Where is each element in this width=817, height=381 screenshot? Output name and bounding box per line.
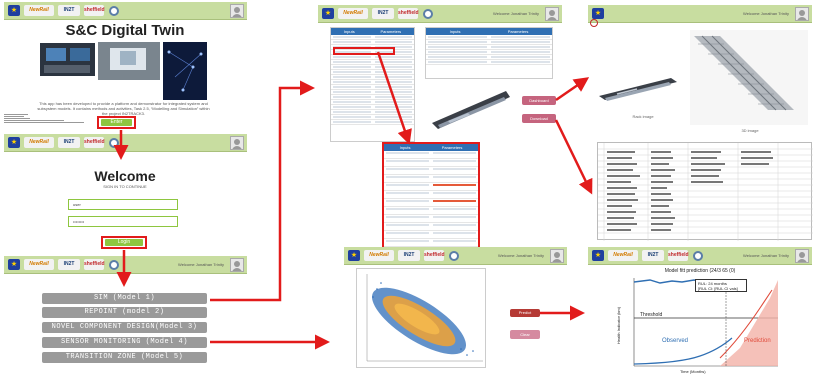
eu-flag-icon: ★	[592, 8, 604, 19]
inputs-header: Inputs	[343, 29, 355, 34]
prediction-label: Prediction	[744, 338, 771, 344]
sim-header-bar: ★ NewRail IN2T sheffield Welcome Jonatha…	[318, 5, 562, 23]
predict-button[interactable]: Predict	[510, 309, 540, 317]
dashboard-button[interactable]: Dashboard	[522, 96, 556, 105]
eu-flag-icon: ★	[322, 8, 334, 19]
in2track-logo: IN2T	[58, 259, 80, 270]
results-spreadsheet	[597, 142, 813, 241]
enter-button[interactable]: Enter	[101, 119, 132, 126]
rul-annotation: RUL: 24 months [RUL CI: [RUL CI vals]	[695, 279, 747, 292]
circle-logo-icon	[423, 8, 433, 19]
newrail-logo: NewRail	[24, 137, 54, 148]
app-title: S&C Digital Twin	[65, 22, 185, 39]
parameters-header: Parameters	[380, 29, 402, 34]
observed-label: Observed	[662, 338, 689, 344]
workstation-image	[98, 42, 160, 80]
expanded-inputs-header: Inputs	[399, 145, 411, 150]
welcome-heading: Welcome	[94, 168, 156, 184]
menu-item-novel-component[interactable]: NOVEL COMPONENT DESIGN(Model 3)	[42, 322, 207, 333]
sim-inputs-table: Inputs Parameters	[425, 27, 553, 79]
menu-header-bar: ★ NewRail IN2T sheffield Welcome Jonatha…	[4, 256, 247, 274]
newrail-logo: NewRail	[24, 5, 54, 16]
sensor-scatter-plot	[356, 268, 486, 368]
menu-item-sensor-monitoring[interactable]: SENSOR MONITORING (Model 4)	[42, 337, 207, 348]
y-axis-label: Health Indicator (km)	[616, 306, 622, 345]
threshold-label: Threshold	[640, 312, 663, 318]
sim-parameters-table: Inputs Parameters	[330, 27, 415, 142]
avatar[interactable]	[230, 3, 244, 18]
expanded-parameters-header: Parameters	[441, 145, 463, 150]
inputs-header-2: Inputs	[449, 29, 461, 34]
clear-button[interactable]: Clear	[510, 330, 540, 339]
eu-flag-icon: ★	[592, 250, 604, 261]
app-description: This app has been developed to provide a…	[37, 101, 210, 116]
password-input[interactable]: ••••••••	[68, 216, 178, 227]
rail-image-3d	[690, 30, 808, 125]
avatar[interactable]	[795, 248, 809, 263]
newrail-logo: NewRail	[24, 259, 54, 270]
dashboard-header-bar: ★ Welcome Jonathan Trinity	[588, 5, 812, 23]
avatar[interactable]	[230, 135, 244, 150]
login-header-bar: ★ NewRail IN2T sheffield	[4, 134, 247, 152]
user-welcome-title: Welcome Jonathan Trinity	[498, 253, 544, 258]
user-welcome-title: Welcome Jonathan Trinity	[743, 11, 789, 16]
in2track-logo: IN2T	[372, 8, 394, 19]
rail-image-2d	[597, 70, 679, 106]
avatar[interactable]	[545, 6, 559, 21]
circle-logo-icon	[109, 259, 119, 270]
avatar[interactable]	[795, 6, 809, 21]
rack-image-caption: Rack image	[632, 114, 654, 119]
menu-item-repoint[interactable]: REPOINT (model 2)	[42, 307, 207, 318]
eu-flag-icon: ★	[8, 259, 20, 270]
newrail-logo: NewRail	[608, 250, 638, 261]
menu-item-sim[interactable]: SIM (Model 1)	[42, 293, 207, 304]
newrail-logo: NewRail	[338, 8, 368, 19]
sheffield-logo: sheffield	[668, 250, 689, 261]
parameters-header-2: Parameters	[507, 29, 529, 34]
circle-logo-icon	[109, 137, 119, 148]
sensor-header-bar: ★ NewRail IN2T sheffield Welcome Jonatha…	[344, 247, 567, 265]
eu-flag-icon: ★	[8, 137, 20, 148]
sheffield-logo: sheffield	[84, 137, 105, 148]
in2track-logo: IN2T	[58, 5, 80, 16]
rail-3d-model-image	[428, 85, 513, 135]
prediction-chart: Model fitt prediction (24/3 65 (0) RUL: …	[616, 268, 780, 376]
x-axis-label: Time (Months)	[680, 369, 706, 374]
top-header-bar: ★ NewRail IN2T sheffield	[4, 2, 247, 20]
eu-flag-icon: ★	[8, 5, 20, 16]
sheffield-logo: sheffield	[424, 250, 445, 261]
3d-image-caption: 3D image	[741, 128, 759, 133]
circle-logo-icon	[590, 19, 598, 27]
newrail-logo: NewRail	[364, 250, 394, 261]
network-graph-image	[163, 42, 207, 100]
sheffield-logo: sheffield	[398, 8, 419, 19]
menu-item-transition-zone[interactable]: TRANSITION ZONE (Model 5)	[42, 352, 207, 363]
download-button[interactable]: Download	[522, 114, 556, 123]
in2track-logo: IN2T	[642, 250, 664, 261]
user-welcome-title: Welcome Jonathan Trinity	[743, 253, 789, 258]
circle-logo-icon	[449, 250, 459, 261]
circle-logo-icon	[109, 5, 119, 16]
sheffield-logo: sheffield	[84, 5, 105, 16]
login-button[interactable]: Login	[105, 239, 143, 246]
rul-line-2: [RUL CI: [RUL CI vals]	[698, 286, 738, 291]
control-room-image	[40, 43, 95, 76]
circle-logo-icon	[693, 250, 703, 261]
expanded-parameters-panel: Inputs Parameters	[382, 142, 480, 264]
parameter-row-highlight	[333, 47, 395, 55]
signin-subtitle: SIGN IN TO CONTINUE	[103, 184, 147, 189]
user-welcome-title: Welcome Jonathan Trinity	[178, 262, 224, 267]
in2track-logo: IN2T	[398, 250, 420, 261]
prediction-header-bar: ★ NewRail IN2T sheffield Welcome Jonatha…	[588, 247, 812, 265]
footer-notes	[4, 113, 84, 124]
in2track-logo: IN2T	[58, 137, 80, 148]
eu-flag-icon: ★	[348, 250, 360, 261]
avatar[interactable]	[550, 248, 564, 263]
username-input[interactable]: user	[68, 199, 178, 210]
sheffield-logo: sheffield	[84, 259, 105, 270]
user-welcome-title: Welcome Jonathan Trinity	[493, 11, 539, 16]
avatar[interactable]	[230, 257, 244, 272]
